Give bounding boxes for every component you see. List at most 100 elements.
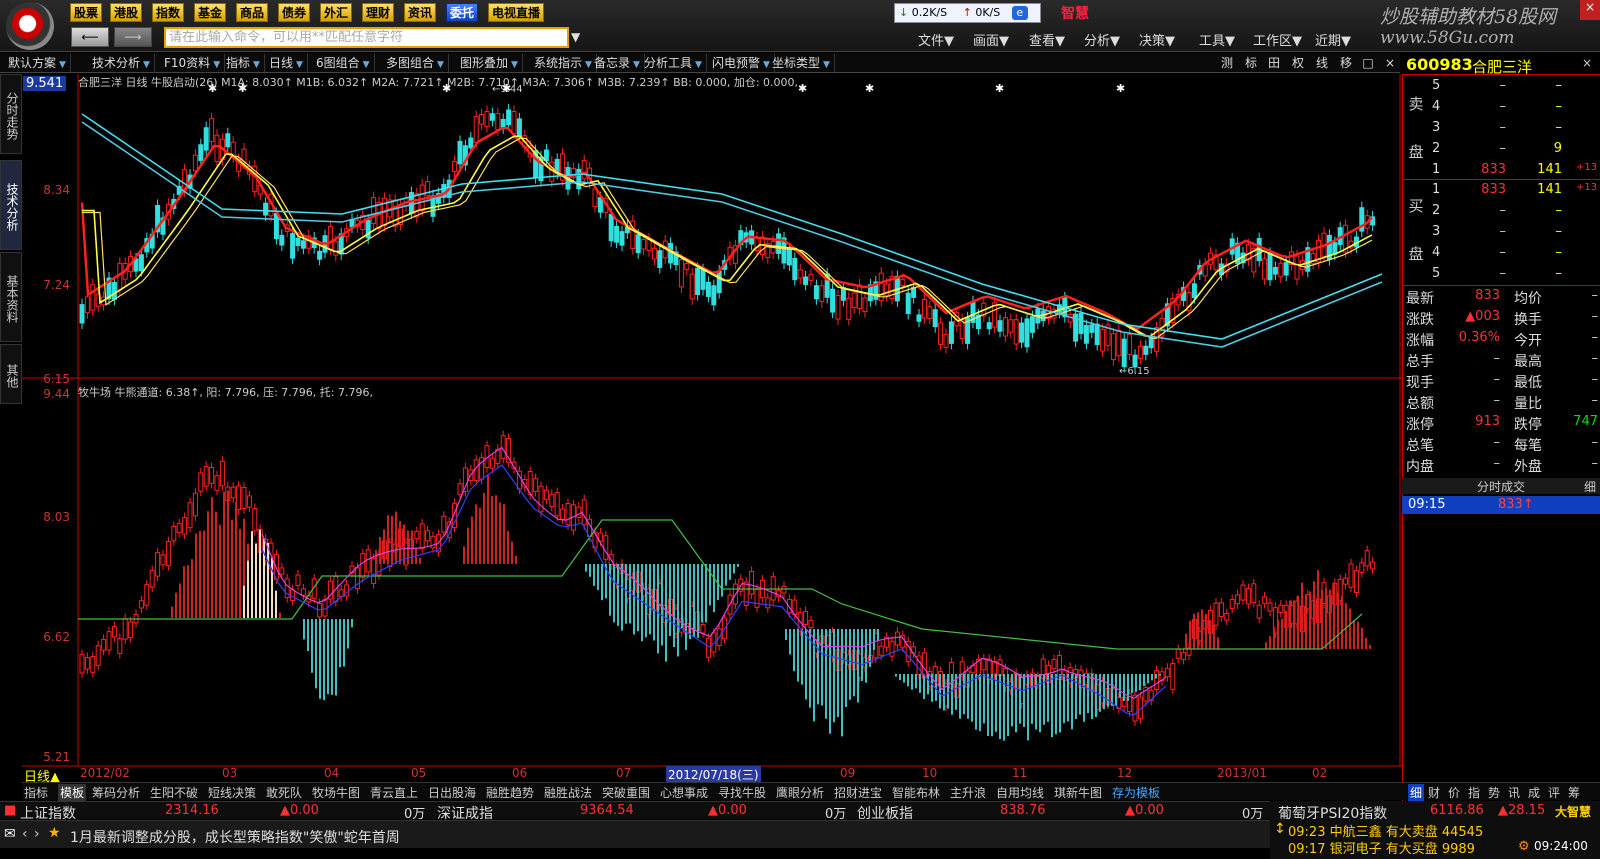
left-tab-0[interactable]: 分时走势 — [0, 74, 22, 154]
lower-candle-body — [878, 645, 884, 656]
template-tab-20[interactable]: 存为模板 — [1112, 784, 1160, 801]
template-tab-15[interactable]: 招财进宝 — [834, 784, 882, 801]
toolbar-item-9[interactable]: 备忘录 ▼ — [590, 54, 645, 72]
quote-tab-4[interactable]: 势 — [1488, 784, 1500, 801]
template-tab-10[interactable]: 融胜战法 — [544, 784, 592, 801]
menu-item-5[interactable]: 工具▼ — [1199, 30, 1235, 49]
market-button-5[interactable]: 债券 — [278, 3, 311, 22]
template-tab-5[interactable]: 敢死队 — [266, 784, 302, 801]
toolbar-item-8[interactable]: 系统指示 ▼ — [530, 54, 597, 72]
toolbar-tool-6[interactable]: □ — [1358, 54, 1378, 72]
toolbar-item-3[interactable]: 指标 ▼ — [222, 54, 265, 72]
quote-tab-0[interactable]: 细 — [1408, 784, 1425, 801]
dropdown-arrow-icon[interactable]: ▼ — [571, 30, 580, 44]
toolbar-tool-4[interactable]: 线 — [1312, 54, 1332, 72]
app-logo-icon[interactable] — [6, 2, 54, 50]
toolbar-item-5[interactable]: 6图组合 ▼ — [312, 54, 375, 72]
mail-icon[interactable]: ✉ — [4, 826, 16, 842]
toolbar-tool-3[interactable]: 权 — [1288, 54, 1308, 72]
stat-label: 最低 — [1514, 375, 1542, 391]
left-tab-1[interactable]: 技术分析 — [0, 160, 22, 250]
market-button-7[interactable]: 理财 — [362, 3, 395, 22]
toolbar-item-12[interactable]: 坐标类型 ▼ — [768, 54, 835, 72]
close-window-icon[interactable]: × — [1580, 0, 1600, 20]
forward-button[interactable]: ⟶ — [114, 27, 152, 47]
refresh-icon[interactable]: e — [1011, 6, 1028, 20]
template-tab-18[interactable]: 自用均线 — [996, 784, 1044, 801]
close-panel-icon[interactable]: × — [1582, 56, 1592, 70]
template-tab-1[interactable]: 模板 — [58, 784, 87, 801]
menu-item-7[interactable]: 近期▼ — [1315, 30, 1351, 49]
lower-candle-body — [230, 486, 236, 499]
template-tab-0[interactable]: 指标 — [24, 784, 48, 801]
left-tab-2[interactable]: 基本资料 — [0, 252, 22, 342]
template-tab-9[interactable]: 融胜趋势 — [486, 784, 534, 801]
toolbar-tool-2[interactable]: 田 — [1264, 54, 1284, 72]
candle-body — [835, 295, 841, 320]
alert-line-2[interactable]: 09:17 银河电子 有大买盘 9989 — [1288, 838, 1475, 857]
quote-tab-7[interactable]: 评 — [1548, 784, 1560, 801]
quote-tab-1[interactable]: 财 — [1428, 784, 1440, 801]
toolbar-item-4[interactable]: 日线 ▼ — [265, 54, 308, 72]
template-tab-2[interactable]: 筹码分析 — [92, 784, 140, 801]
template-tab-3[interactable]: 生阳不破 — [150, 784, 198, 801]
gear-icon[interactable]: ⚙ — [1518, 839, 1530, 854]
market-button-10[interactable]: 电视直播 — [488, 3, 545, 22]
menu-item-4[interactable]: 决策▼ — [1139, 30, 1175, 49]
toolbar-item-7[interactable]: 图形叠加 ▼ — [456, 54, 523, 72]
market-button-9[interactable]: 委托 — [446, 3, 479, 22]
updown-arrow-icon: ↕ — [1274, 821, 1286, 837]
quote-tab-6[interactable]: 成 — [1528, 784, 1540, 801]
market-button-6[interactable]: 外汇 — [320, 3, 353, 22]
lower-candle-body — [894, 631, 900, 646]
menu-item-3[interactable]: 分析▼ — [1084, 30, 1120, 49]
news-headline[interactable]: 1月最新调整成分股，成长型策略指数"笑傲"蛇年首周 — [70, 827, 400, 847]
left-tab-3[interactable]: 其他 — [0, 344, 22, 404]
quote-tab-3[interactable]: 指 — [1468, 784, 1480, 801]
toolbar-tool-0[interactable]: 测 — [1217, 54, 1237, 72]
market-button-1[interactable]: 港股 — [110, 3, 143, 22]
change: +13 — [1576, 162, 1598, 173]
prev-news-icon[interactable]: ‹ — [22, 826, 28, 842]
menu-item-1[interactable]: 画面▼ — [973, 30, 1009, 49]
next-news-icon[interactable]: › — [34, 826, 40, 842]
quote-tab-2[interactable]: 价 — [1448, 784, 1460, 801]
market-button-0[interactable]: 股票 — [70, 3, 103, 22]
menu-item-0[interactable]: 文件▼ — [918, 30, 954, 49]
market-button-3[interactable]: 基金 — [194, 3, 227, 22]
menu-item-6[interactable]: 工作区▼ — [1253, 30, 1302, 49]
toolbar-item-1[interactable]: 技术分析 ▼ — [88, 54, 155, 72]
command-input[interactable]: 请在此输入命令，可以用**匹配任意字符 — [164, 27, 569, 48]
template-tab-11[interactable]: 突破重围 — [602, 784, 650, 801]
template-tab-8[interactable]: 日出股海 — [428, 784, 476, 801]
template-tab-6[interactable]: 牧场牛图 — [312, 784, 360, 801]
template-tab-16[interactable]: 智能布林 — [892, 784, 940, 801]
toolbar-tool-1[interactable]: 标 — [1241, 54, 1261, 72]
date-label: 05 — [411, 766, 427, 780]
toolbar-item-2[interactable]: F10资料 ▼ — [160, 54, 226, 72]
toolbar-item-0[interactable]: 默认方案 ▼ — [4, 54, 71, 72]
toolbar-tool-7[interactable]: × — [1380, 54, 1400, 72]
menu-item-2[interactable]: 查看▼ — [1029, 30, 1065, 49]
toolbar-item-6[interactable]: 多图组合 ▼ — [382, 54, 449, 72]
market-button-2[interactable]: 指数 — [152, 3, 185, 22]
dropdown-arrow-icon: ▼ — [296, 60, 303, 70]
template-tab-19[interactable]: 琪新牛图 — [1054, 784, 1102, 801]
toolbar-item-11[interactable]: 闪电预警 ▼ — [708, 54, 775, 72]
tick-detail-tab[interactable]: 细 — [1584, 478, 1596, 495]
kline-chart[interactable]: ←9.44←6.15✱ ✱ ✱ ✱ ✱ ✱ ✱ ✱ — [22, 74, 1402, 774]
template-tab-4[interactable]: 短线决策 — [208, 784, 256, 801]
template-tab-7[interactable]: 青云直上 — [370, 784, 418, 801]
template-tab-13[interactable]: 寻找牛股 — [718, 784, 766, 801]
toolbar-item-10[interactable]: 分析工具 ▼ — [640, 54, 707, 72]
template-tab-12[interactable]: 心想事成 — [660, 784, 708, 801]
template-tab-14[interactable]: 鹰眼分析 — [776, 784, 824, 801]
quote-tab-8[interactable]: 筹 — [1568, 784, 1580, 801]
market-button-4[interactable]: 商品 — [236, 3, 269, 22]
pt-index-name[interactable]: 葡萄牙PSI20指数 — [1278, 803, 1387, 823]
toolbar-tool-5[interactable]: 移 — [1336, 54, 1356, 72]
template-tab-17[interactable]: 主升浪 — [950, 784, 986, 801]
back-button[interactable]: ⟵ — [71, 27, 109, 47]
market-button-8[interactable]: 资讯 — [404, 3, 437, 22]
quote-tab-5[interactable]: 讯 — [1508, 784, 1520, 801]
